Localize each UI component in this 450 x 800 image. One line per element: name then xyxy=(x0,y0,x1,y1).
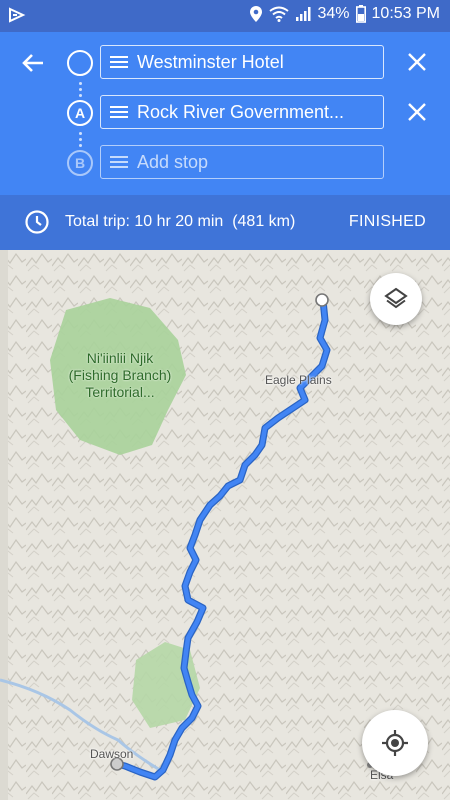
my-location-icon xyxy=(382,730,408,756)
origin-field[interactable]: Westminster Hotel xyxy=(100,45,384,79)
place-label-eagle-plains: Eagle Plains xyxy=(265,373,332,387)
remove-origin-button[interactable] xyxy=(404,49,430,75)
waypoint-marker: A xyxy=(67,100,93,126)
my-location-button[interactable] xyxy=(362,710,428,776)
add-stop-placeholder: Add stop xyxy=(137,151,209,172)
route-dots xyxy=(78,82,82,100)
status-bar: 34% 10:53 PM xyxy=(0,0,450,32)
directions-header: Westminster Hotel A Rock River Governmen… xyxy=(0,32,450,195)
menu-icon xyxy=(110,106,128,118)
remove-waypoint-button[interactable] xyxy=(404,99,430,125)
map-view[interactable]: Ni'iinlii Njik (Fishing Branch) Territor… xyxy=(0,250,450,800)
place-label-dawson: Dawson xyxy=(90,747,134,761)
location-icon xyxy=(250,6,263,22)
app-notification-icon xyxy=(9,7,26,23)
signal-icon xyxy=(296,7,311,21)
battery-icon xyxy=(355,5,366,23)
origin-text: Westminster Hotel xyxy=(137,51,284,72)
layers-button[interactable] xyxy=(370,273,422,325)
add-stop-field[interactable]: Add stop xyxy=(100,145,384,179)
menu-icon xyxy=(110,156,128,168)
back-arrow-icon xyxy=(22,54,43,72)
close-icon xyxy=(408,53,426,71)
stop-marker: B xyxy=(67,150,93,176)
battery-percent: 34% xyxy=(317,5,350,22)
route-dots xyxy=(78,132,82,150)
status-time: 10:53 PM xyxy=(371,5,440,22)
waypoint-text: Rock River Government... xyxy=(137,101,345,122)
layers-icon xyxy=(384,287,408,309)
trip-summary-bar: Total trip: 10 hr 20 min (481 km) FINISH… xyxy=(0,195,450,250)
route-start-point xyxy=(315,293,329,307)
origin-marker-icon xyxy=(67,50,93,76)
park-label: Ni'iinlii Njik (Fishing Branch) Territor… xyxy=(68,350,172,400)
finished-button[interactable]: FINISHED xyxy=(349,213,426,231)
close-icon xyxy=(408,103,426,121)
clock-icon xyxy=(25,210,49,234)
waypoint-field[interactable]: Rock River Government... xyxy=(100,95,384,129)
menu-icon xyxy=(110,56,128,68)
trip-summary: Total trip: 10 hr 20 min (481 km) xyxy=(65,213,296,230)
back-button[interactable] xyxy=(16,46,50,80)
wifi-icon xyxy=(269,6,290,22)
